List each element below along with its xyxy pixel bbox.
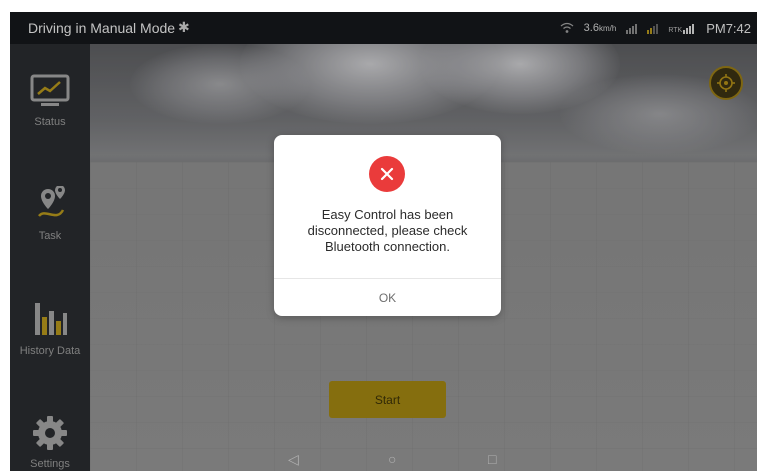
disconnect-dialog: Easy Control has been disconnected, plea… (274, 135, 501, 316)
ok-button-label: OK (378, 290, 397, 305)
error-x-icon (369, 156, 405, 192)
app-screen: Start Status Task History Data Settings … (10, 12, 757, 471)
dialog-message: Easy Control has been disconnected, plea… (307, 207, 468, 254)
ok-button[interactable]: OK (274, 279, 501, 316)
